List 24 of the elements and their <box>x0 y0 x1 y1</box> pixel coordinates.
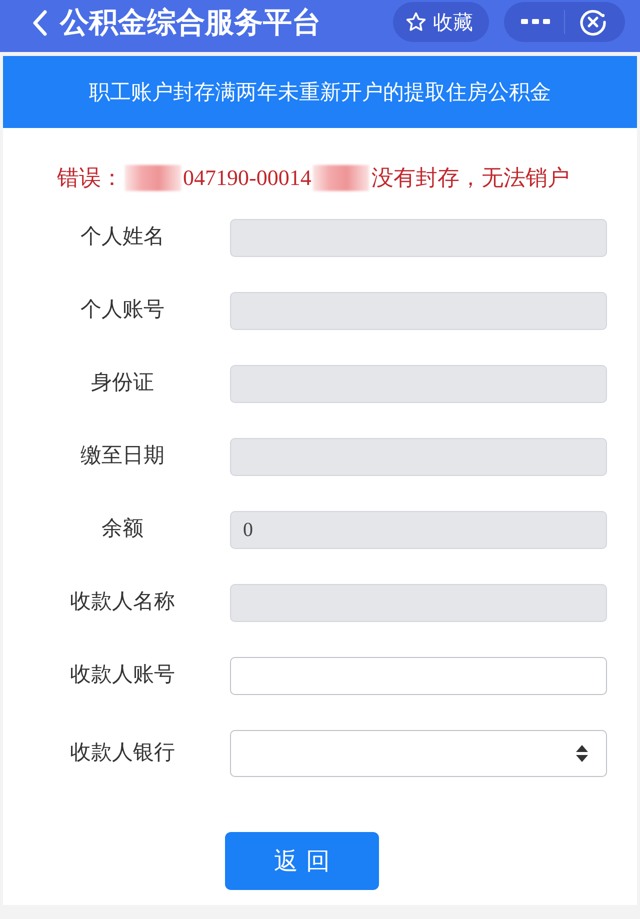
form-title-banner: 职工账户封存满两年未重新开户的提取住房公积金 <box>3 56 637 128</box>
more-icon <box>521 19 551 25</box>
field-label: 收款人银行 <box>69 738 176 766</box>
sort-icon <box>576 745 588 762</box>
field-label: 缴至日期 <box>80 442 166 469</box>
field-label: 个人姓名 <box>80 223 166 250</box>
field-label: 身份证 <box>90 369 155 396</box>
close-icon <box>579 8 607 36</box>
back-button[interactable]: 返 回 <box>225 832 379 890</box>
error-text: 047190-00014 <box>183 165 312 191</box>
star-icon <box>405 11 427 33</box>
page-title: 公积金综合服务平台 <box>60 4 322 41</box>
field-label: 收款人账号 <box>69 661 176 688</box>
error-text: 错误： <box>57 164 123 192</box>
input-field[interactable] <box>230 657 607 695</box>
chevron-left-icon <box>32 10 48 36</box>
field-label: 余额 <box>100 515 144 542</box>
redaction-blur <box>125 165 181 191</box>
field-label: 收款人名称 <box>69 588 176 615</box>
field-label: 个人账号 <box>80 296 166 323</box>
error-text: 没有封存，无法销户 <box>371 164 570 192</box>
favorite-button[interactable]: 收藏 <box>393 2 489 42</box>
select-field[interactable] <box>230 730 607 777</box>
redaction-blur <box>313 165 370 191</box>
